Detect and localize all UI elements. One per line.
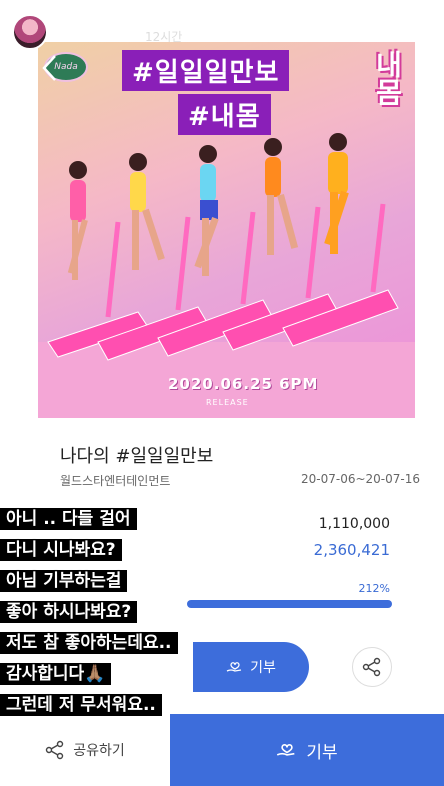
donate-main-button-label: 기부 [306, 742, 338, 763]
share-icon [362, 657, 381, 677]
donation-card: Nada #일일일만보 #내몸 내몸 2020.06.25 6PM RELEAS… [0, 0, 444, 786]
caption-text: 다니 시나봐요? [0, 539, 122, 561]
caption-text: 아님 기부하는걸 [0, 570, 128, 592]
more-options-icon[interactable]: ⋮ [415, 26, 434, 47]
caption-line: 저도 참 좋아하는데요.. [0, 632, 230, 654]
caption-text: 감사합니다🙏🏽 [0, 663, 112, 685]
caption-line: 아니 .. 다들 걸어 [0, 508, 230, 530]
story-header: nastynada 12시간 ⋮ [0, 0, 444, 60]
caption-line: 아님 기부하는걸 [0, 570, 230, 592]
caption-line: 감사합니다🙏🏽 [0, 663, 230, 685]
release-label: RELEASE [206, 398, 249, 407]
target-amount: 1,110,000 [318, 516, 390, 532]
caption-text: 아니 .. 다들 걸어 [0, 508, 137, 530]
achievement-percent: 212% [358, 582, 390, 595]
caption-line: 다니 시나봐요? [0, 539, 230, 561]
caption-line: 그런데 저 무서워요.. [0, 694, 230, 716]
donate-button-label: 기부 [250, 660, 276, 676]
caption-text: 저도 참 좋아하는데요.. [0, 632, 178, 654]
campaign-period: 20-07-06~20-07-16 [301, 472, 420, 486]
donate-hand-heart-icon [277, 744, 295, 756]
release-date: 2020.06.25 6PM [168, 375, 319, 393]
story-username[interactable]: nastynada [60, 28, 137, 43]
story-caption-overlay: 아니 .. 다들 걸어 다니 시나봐요? 아님 기부하는걸 좋아 하시나봐요? … [0, 508, 230, 725]
caption-text: 좋아 하시나봐요? [0, 601, 138, 623]
caption-text: 그런데 저 무서워요.. [0, 694, 162, 716]
hashtag-banner-2: #내몸 [178, 94, 271, 135]
poster-side-title: 내몸 [369, 50, 405, 160]
story-timestamp: 12시간 [145, 30, 183, 44]
avatar[interactable] [12, 14, 48, 50]
share-button-label: 공유하기 [73, 743, 125, 759]
share-icon [46, 740, 64, 760]
album-poster: Nada #일일일만보 #내몸 내몸 2020.06.25 6PM RELEAS… [38, 42, 415, 418]
share-circle-button[interactable] [352, 647, 392, 687]
company-name: 월드스타엔터테인먼트 [60, 474, 171, 488]
caption-line: 좋아 하시나봐요? [0, 601, 230, 623]
story-screen: Nada #일일일만보 #내몸 내몸 2020.06.25 6PM RELEAS… [0, 0, 444, 786]
campaign-title: 나다의 #일일일만보 [60, 446, 214, 467]
current-amount: 2,360,421 [313, 541, 390, 559]
